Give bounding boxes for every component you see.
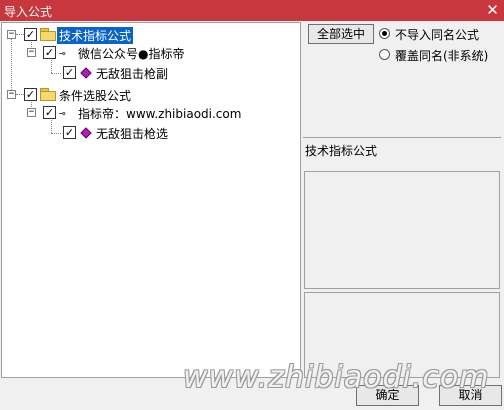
checkbox-stock-screening[interactable]: ✓ [24,88,37,101]
tree-node-label: 无敌狙击枪选 [96,127,169,141]
options-panel: 全部选中 不导入同名公式 覆盖同名(非系统) 技术指标公式 [303,22,503,380]
collapse-icon[interactable]: − [7,30,16,39]
tree-node-label: 微信公众号●指标帝 [78,47,185,61]
checkbox-formula-sniper-select[interactable]: ✓ [63,126,76,139]
tree-node-label: 条件选股公式 [59,89,132,103]
tree-node-formula-sniper-select[interactable]: ✓ 无敌狙击枪选 [2,124,300,142]
formula-icon [80,67,92,79]
checkbox-technical-indicators[interactable]: ✓ [24,28,37,41]
key-icon: ⊸ [59,47,66,60]
select-all-button[interactable]: 全部选中 [308,24,374,44]
close-icon[interactable]: ✕ [484,2,501,18]
formula-type-label: 技术指标公式 [305,144,378,158]
window-title: 导入公式 [4,5,53,19]
cancel-button[interactable]: 取消 [439,385,502,406]
checkbox-formula-sniper-sub[interactable]: ✓ [63,66,76,79]
ok-button[interactable]: 确定 [356,385,419,406]
formula-tree[interactable]: − ✓ 技术指标公式 − ✓ ⊸ 微信公众号●指标帝 ✓ 无敌狙击枪副 − ✓ … [1,22,301,378]
collapse-icon[interactable]: − [7,90,16,99]
collapse-icon[interactable]: − [27,108,36,117]
formula-preview-box [304,292,500,378]
radio-skip-duplicates[interactable] [379,28,390,39]
formula-type-panel: 技术指标公式 [303,137,501,171]
formula-description-box [304,171,500,289]
title-bar: 导入公式 ✕ [0,0,504,21]
radio-skip-duplicates-label[interactable]: 不导入同名公式 [395,26,479,43]
dialog-footer: 确定 取消 [0,380,504,410]
radio-overwrite-duplicates-label[interactable]: 覆盖同名(非系统) [395,47,488,64]
folder-icon [40,28,56,41]
folder-icon [40,88,56,101]
tree-node-label: 指标帝：www.zhibiaodi.com [78,107,242,121]
key-icon: ⊸ [59,107,66,120]
tree-node-formula-sniper-sub[interactable]: ✓ 无敌狙击枪副 [2,64,300,82]
formula-icon [80,127,92,139]
tree-node-stock-screening[interactable]: − ✓ 条件选股公式 [2,86,300,104]
tree-node-wechat-source[interactable]: − ✓ ⊸ 微信公众号●指标帝 [2,44,300,62]
radio-overwrite-duplicates[interactable] [379,49,390,60]
checkbox-wechat-source[interactable]: ✓ [43,46,56,59]
tree-node-zhibiaodi-source[interactable]: − ✓ ⊸ 指标帝：www.zhibiaodi.com [2,104,300,122]
tree-node-label: 技术指标公式 [57,27,134,44]
tree-node-label: 无敌狙击枪副 [96,67,169,81]
checkbox-zhibiaodi-source[interactable]: ✓ [43,106,56,119]
collapse-icon[interactable]: − [27,48,36,57]
import-formula-dialog: 导入公式 ✕ − ✓ 技术指标公式 − ✓ ⊸ 微信公众号●指标帝 ✓ 无敌狙击… [0,0,504,410]
tree-node-technical-indicators[interactable]: − ✓ 技术指标公式 [2,26,300,44]
